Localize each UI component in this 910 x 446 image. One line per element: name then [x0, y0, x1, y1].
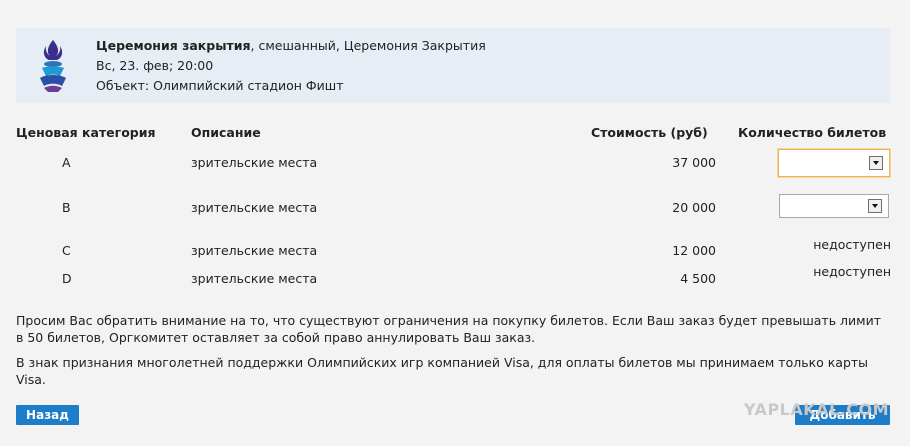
watermark: YAPLAKAL.COM	[744, 400, 890, 419]
row-a-category: A	[62, 155, 71, 170]
header-category: Ценовая категория	[16, 125, 156, 140]
event-text: Церемония закрытия, смешанный, Церемония…	[96, 36, 486, 96]
back-button[interactable]: Назад	[16, 405, 79, 425]
quantity-select-b[interactable]	[779, 194, 889, 218]
row-c-price: 12 000	[672, 243, 716, 258]
row-b-category: B	[62, 200, 71, 215]
row-b-description: зрительские места	[191, 200, 318, 215]
row-b-price: 20 000	[672, 200, 716, 215]
row-a-price: 37 000	[672, 155, 716, 170]
olympic-flame-logo	[40, 40, 66, 92]
event-datetime: Вс, 23. фев; 20:00	[96, 58, 214, 73]
row-c-description: зрительские места	[191, 243, 318, 258]
row-d-description: зрительские места	[191, 271, 318, 286]
visa-note: В знак признания многолетней поддержки О…	[16, 355, 869, 387]
row-d-status: недоступен	[813, 264, 891, 279]
header-price: Стоимость (руб)	[591, 125, 708, 140]
limit-note: Просим Вас обратить внимание на то, что …	[16, 313, 881, 345]
row-d-price: 4 500	[680, 271, 716, 286]
row-a-description: зрительские места	[191, 155, 318, 170]
quantity-select-a[interactable]	[778, 149, 890, 177]
header-description: Описание	[191, 125, 261, 140]
event-title: Церемония закрытия, смешанный, Церемония…	[96, 36, 486, 56]
row-c-status: недоступен	[813, 237, 891, 252]
row-d-category: D	[62, 271, 72, 286]
event-info-box: Церемония закрытия, смешанный, Церемония…	[16, 28, 890, 103]
chevron-down-icon[interactable]	[868, 199, 882, 213]
event-title-rest: , смешанный, Церемония Закрытия	[250, 38, 486, 53]
row-c-category: C	[62, 243, 71, 258]
header-quantity: Количество билетов	[738, 125, 887, 140]
event-title-bold: Церемония закрытия	[96, 38, 251, 53]
chevron-down-icon[interactable]	[869, 156, 883, 170]
event-venue: Объект: Олимпийский стадион Фишт	[96, 78, 344, 93]
